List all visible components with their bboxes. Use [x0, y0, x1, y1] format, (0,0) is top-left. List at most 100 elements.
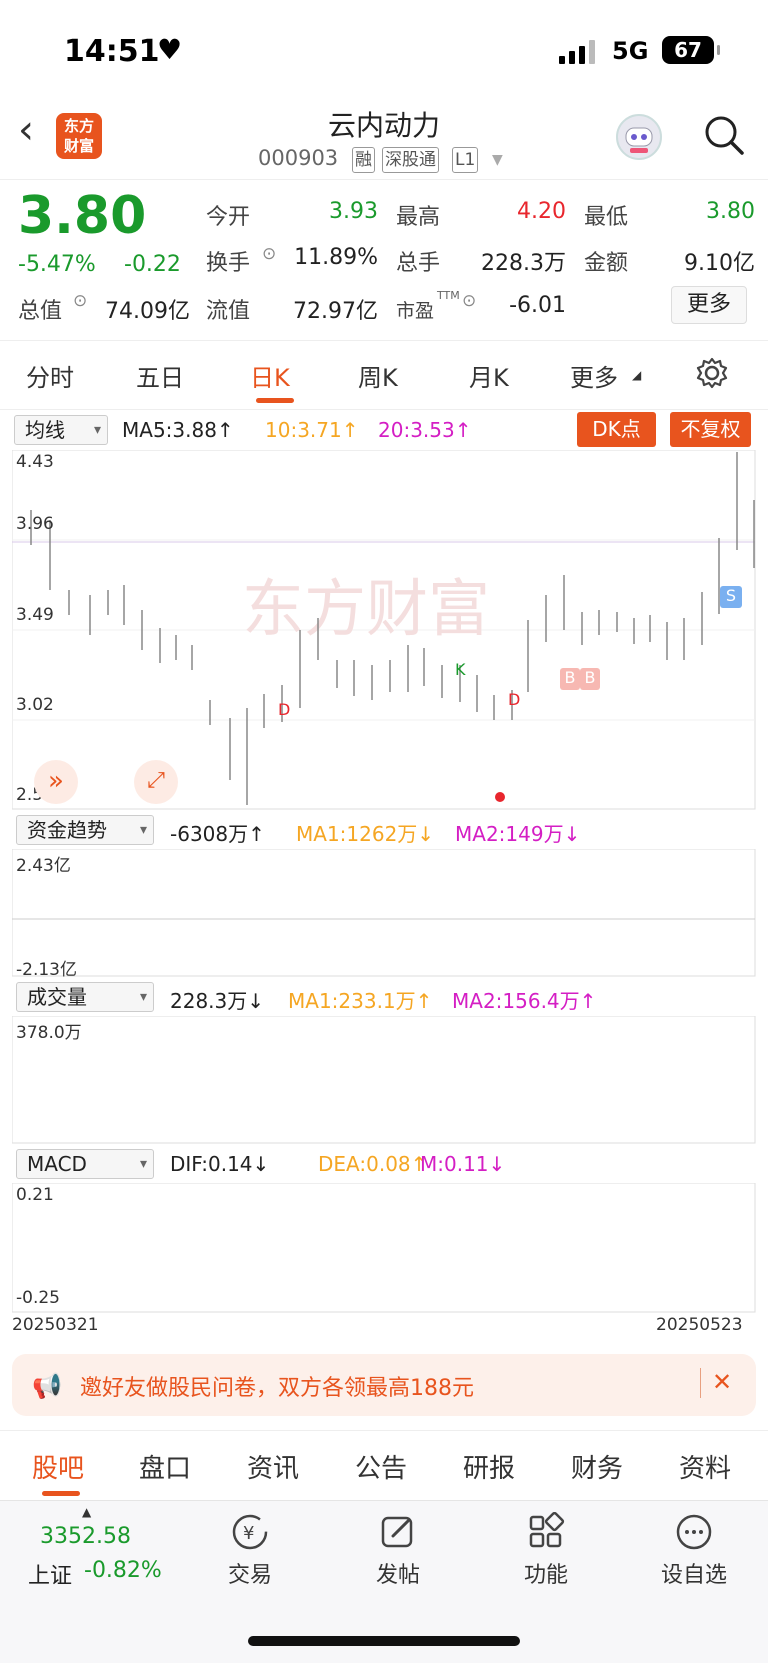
- tab-daily-k[interactable]: 日K: [250, 358, 290, 393]
- info-dots-icon[interactable]: ⊙: [462, 291, 476, 311]
- tab-intraday[interactable]: 分时: [26, 358, 74, 393]
- index-value[interactable]: 3352.58: [40, 1524, 131, 1549]
- ma20-value: 20:3.53↑: [378, 418, 472, 442]
- megaphone-icon: 📢: [32, 1372, 62, 1400]
- fund-y-top: 2.43亿: [16, 856, 71, 876]
- buy-signal-marker[interactable]: B: [560, 668, 580, 690]
- macd-dif: DIF:0.14↓: [170, 1152, 270, 1176]
- fullscreen-icon[interactable]: ⤢: [134, 760, 178, 804]
- chevron-down-icon[interactable]: ▼: [492, 152, 503, 168]
- signal-icon: [559, 40, 595, 64]
- info-dots-icon[interactable]: ⊙: [73, 291, 87, 311]
- battery-icon: 67: [662, 36, 720, 64]
- ma-selector[interactable]: 均线: [14, 415, 108, 445]
- collapse-arrow-icon[interactable]: ▲: [82, 1505, 91, 1519]
- macd-chart[interactable]: [12, 1183, 756, 1313]
- open-value: 3.93: [329, 199, 378, 224]
- tab-finance[interactable]: 财务: [571, 1448, 623, 1485]
- tab-profile[interactable]: 资料: [679, 1448, 731, 1485]
- post-edit-icon[interactable]: [378, 1512, 418, 1556]
- watermark: 东方财富: [242, 575, 490, 644]
- tab-five-day[interactable]: 五日: [136, 358, 184, 393]
- low-value: 3.80: [706, 199, 755, 224]
- post-label[interactable]: 发帖: [353, 1557, 443, 1589]
- macd-y-bottom: -0.25: [16, 1288, 60, 1308]
- kline-y-tick: 3.02: [16, 695, 54, 715]
- buy-signal-marker[interactable]: B: [580, 668, 600, 690]
- close-icon[interactable]: ✕: [712, 1368, 732, 1396]
- home-indicator: [248, 1636, 520, 1646]
- float-value: 72.97亿: [293, 299, 378, 324]
- pe-value: -6.01: [509, 293, 566, 318]
- trade-icon[interactable]: ¥: [230, 1512, 270, 1556]
- macd-selector[interactable]: MACD: [16, 1149, 154, 1179]
- active-bottom-tab-indicator: [42, 1491, 80, 1496]
- volume-ma1: MA1:233.1万↑: [288, 989, 433, 1013]
- volume-ma2: MA2:156.4万↑: [452, 989, 597, 1013]
- tab-announcements[interactable]: 公告: [355, 1448, 407, 1485]
- tag-margin: 融: [352, 147, 375, 173]
- index-change[interactable]: -0.82%: [84, 1558, 162, 1583]
- volume-label: 总手: [396, 251, 441, 276]
- start-date: 20250321: [12, 1315, 99, 1335]
- event-dot-icon[interactable]: [495, 792, 505, 802]
- change-amount: -0.22: [124, 252, 181, 277]
- fund-selector[interactable]: 资金趋势: [16, 815, 154, 845]
- stock-code: 000903: [258, 146, 339, 170]
- tab-more[interactable]: 更多: [570, 358, 618, 393]
- turnover-label: 换手: [206, 251, 251, 276]
- mktcap-value: 74.09亿: [105, 299, 190, 324]
- expand-sidebar-icon[interactable]: »: [34, 760, 78, 804]
- low-label: 最低: [584, 205, 629, 230]
- function-label[interactable]: 功能: [501, 1557, 591, 1589]
- function-grid-icon[interactable]: [526, 1511, 566, 1556]
- tag-connect: 深股通: [382, 147, 439, 173]
- high-label: 最高: [396, 205, 441, 230]
- volume-chart[interactable]: [12, 1016, 756, 1144]
- turnover-value: 11.89%: [294, 245, 378, 270]
- info-dots-icon[interactable]: ⊙: [262, 244, 276, 264]
- search-icon[interactable]: [703, 114, 745, 156]
- signal-d-marker: D: [508, 690, 521, 709]
- tab-guba[interactable]: 股吧: [32, 1448, 84, 1485]
- signal-d-marker: D: [278, 700, 291, 719]
- open-label: 今开: [206, 205, 251, 230]
- kline-y-tick: 4.43: [16, 452, 54, 472]
- tab-research[interactable]: 研报: [463, 1448, 515, 1485]
- current-price: 3.80: [18, 186, 147, 246]
- kline-y-tick: 3.49: [16, 605, 54, 625]
- fund-ma1: MA1:1262万↓: [296, 822, 435, 846]
- more-quote-button[interactable]: 更多: [671, 286, 747, 324]
- volume-value: 228.3万: [481, 251, 566, 276]
- amount-value: 9.10亿: [684, 251, 755, 276]
- tab-monthly-k[interactable]: 月K: [469, 358, 509, 393]
- banner-text[interactable]: 邀好友做股民问卷，双方各领最高188元: [80, 1370, 474, 1402]
- ma10-value: 10:3.71↑: [265, 418, 359, 442]
- float-label: 流值: [206, 299, 251, 324]
- kline-y-tick: 3.96: [16, 514, 54, 534]
- pe-sup: TTM: [437, 289, 460, 302]
- tab-pankou[interactable]: 盘口: [139, 1448, 191, 1485]
- amount-label: 金额: [584, 251, 629, 276]
- dk-point-button[interactable]: DK点: [577, 412, 656, 447]
- settings-gear-icon[interactable]: [695, 356, 729, 394]
- active-tab-indicator: [256, 398, 294, 403]
- more-arrow-icon: ◢: [632, 368, 642, 382]
- tab-news[interactable]: 资讯: [247, 1448, 299, 1485]
- volume-selector[interactable]: 成交量: [16, 982, 154, 1012]
- index-name[interactable]: 上证: [28, 1558, 72, 1590]
- fund-chart[interactable]: [12, 849, 756, 977]
- kline-chart[interactable]: 东方财富: [12, 450, 756, 810]
- tab-weekly-k[interactable]: 周K: [358, 358, 398, 393]
- add-watchlist-icon[interactable]: [674, 1512, 714, 1556]
- svg-text:¥: ¥: [243, 1523, 254, 1544]
- macd-y-top: 0.21: [16, 1185, 54, 1205]
- watchlist-label[interactable]: 设自选: [649, 1557, 739, 1589]
- pe-label: 市盈: [396, 300, 435, 322]
- network-type: 5G: [612, 37, 649, 65]
- fund-ma2: MA2:149万↓: [455, 822, 581, 846]
- no-adjust-button[interactable]: 不复权: [670, 412, 751, 447]
- assistant-robot-icon[interactable]: [616, 114, 662, 160]
- trade-label[interactable]: 交易: [205, 1557, 295, 1589]
- sell-signal-marker[interactable]: S: [720, 586, 742, 608]
